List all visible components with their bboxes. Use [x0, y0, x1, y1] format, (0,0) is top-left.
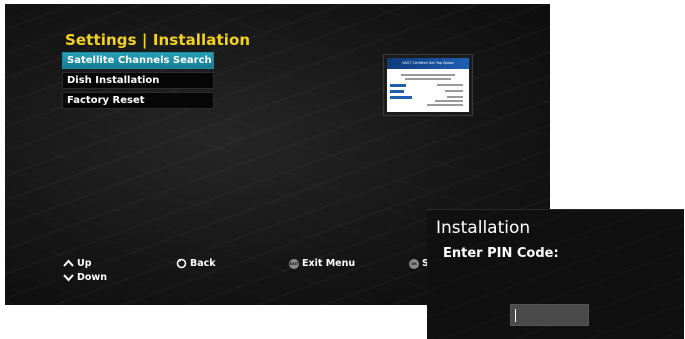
page-title: Settings | Installation [65, 31, 251, 49]
footer-ok: OK S [409, 258, 429, 269]
back-icon [176, 258, 187, 269]
preview-field-label [390, 96, 412, 99]
menu-item-dish-installation[interactable]: Dish Installation [62, 72, 214, 89]
pin-dialog: Installation Enter PIN Code: [427, 209, 684, 339]
pin-dialog-title: Installation [436, 218, 531, 238]
chevron-down-icon [63, 272, 74, 283]
preview-field-label [390, 84, 406, 87]
installation-menu: Satellite Channels Search Dish Installat… [62, 52, 214, 112]
preview-text-line [447, 96, 463, 98]
preview-field-label [390, 90, 404, 93]
preview-text-line [405, 78, 451, 80]
preview-header: VAST Certified Set Top Boxes [387, 58, 469, 69]
menu-item-satellite-channels-search[interactable]: Satellite Channels Search [62, 52, 214, 69]
preview-panel: VAST Certified Set Top Boxes [383, 54, 473, 116]
footer-exit: EXIT Exit Menu [289, 258, 355, 269]
screenshot-stage: Settings | Installation Satellite Channe… [0, 0, 685, 339]
preview-text-line [401, 74, 455, 76]
chevron-up-icon [63, 258, 74, 269]
footer-back: Back [176, 258, 216, 269]
footer-down: Down [63, 272, 107, 283]
exit-key-icon: EXIT [289, 258, 299, 269]
pin-prompt-label: Enter PIN Code: [443, 246, 559, 261]
pin-code-input[interactable] [510, 304, 589, 326]
ok-key-icon: OK [409, 258, 419, 269]
footer-up-label: Up [77, 258, 92, 269]
preview-text-line [427, 104, 463, 106]
footer-up: Up [63, 258, 92, 269]
preview-text-line [445, 90, 463, 92]
text-cursor [515, 309, 516, 322]
preview-text-line [437, 84, 463, 86]
footer-back-label: Back [190, 258, 216, 269]
footer-down-label: Down [77, 272, 107, 283]
footer-exit-label: Exit Menu [302, 258, 356, 269]
menu-item-factory-reset[interactable]: Factory Reset [62, 92, 214, 109]
preview-card: VAST Certified Set Top Boxes [387, 58, 469, 112]
preview-text-line [435, 100, 463, 102]
